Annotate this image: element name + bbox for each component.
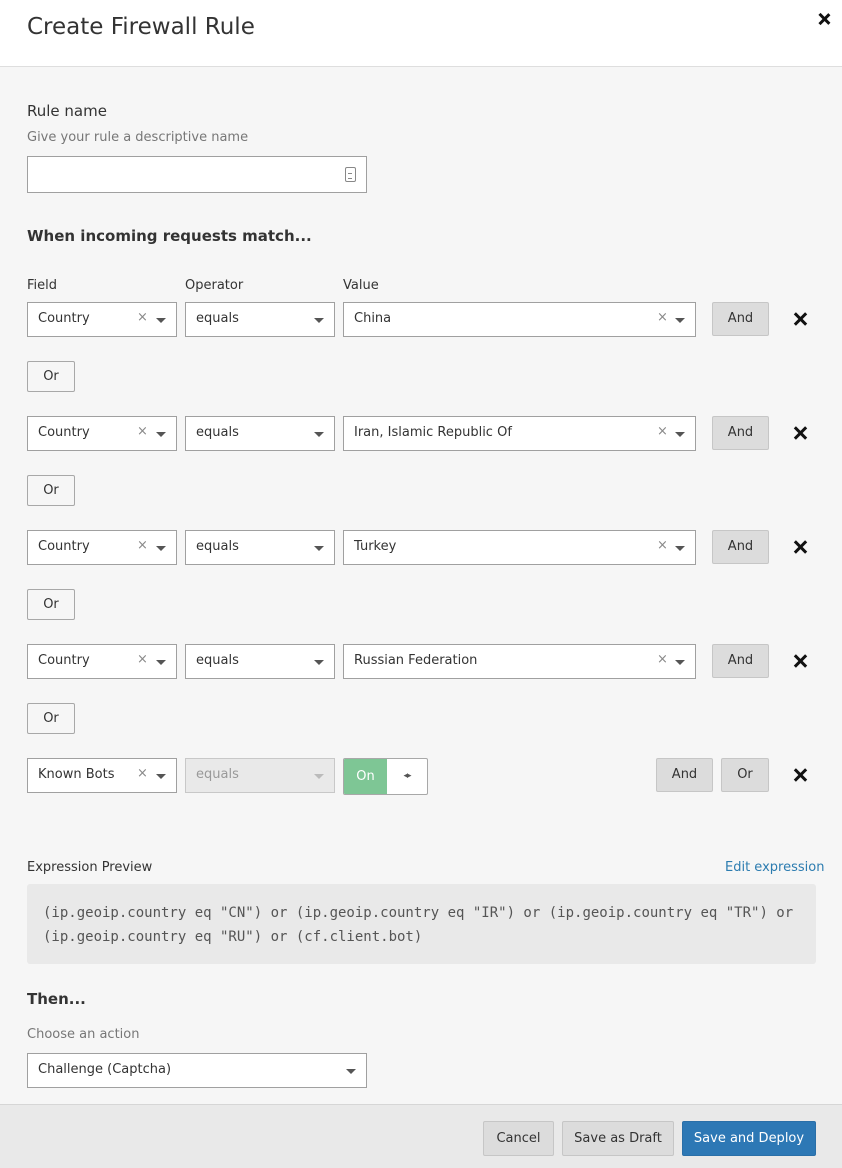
or-button-3[interactable]: Or	[27, 589, 75, 620]
field-select-5[interactable]: Known Bots ×	[27, 758, 177, 793]
or-button-1[interactable]: Or	[27, 361, 75, 392]
edit-expression-link[interactable]: Edit expression	[725, 860, 824, 875]
operator-column-label: Operator	[185, 278, 244, 293]
field-select-1[interactable]: Country ×	[27, 302, 177, 337]
remove-row-icon[interactable]	[794, 768, 808, 782]
operator-select-3[interactable]: equals	[185, 530, 335, 565]
dialog-title: Create Firewall Rule	[27, 14, 255, 40]
chevron-down-icon	[314, 546, 324, 551]
chevron-down-icon	[156, 546, 166, 551]
save-deploy-button[interactable]: Save and Deploy	[682, 1121, 816, 1156]
remove-row-icon[interactable]	[794, 540, 808, 554]
operator-select-1[interactable]: equals	[185, 302, 335, 337]
value-value: Turkey	[354, 539, 397, 554]
field-value: Country	[38, 425, 90, 440]
clear-icon[interactable]: ×	[137, 424, 148, 439]
chevron-down-icon	[675, 432, 685, 437]
value-value: China	[354, 311, 392, 326]
remove-row-icon[interactable]	[794, 654, 808, 668]
chevron-down-icon	[675, 546, 685, 551]
dialog-header: Create Firewall Rule	[0, 0, 842, 67]
operator-value: equals	[196, 653, 239, 668]
value-column-label: Value	[343, 278, 379, 293]
operator-value: equals	[196, 539, 239, 554]
field-value: Country	[38, 653, 90, 668]
field-select-2[interactable]: Country ×	[27, 416, 177, 451]
close-icon[interactable]	[816, 11, 832, 27]
clear-icon[interactable]: ×	[137, 310, 148, 325]
value-select-2[interactable]: Iran, Islamic Republic Of ×	[343, 416, 696, 451]
clear-icon[interactable]: ×	[657, 424, 668, 439]
action-value: Challenge (Captcha)	[38, 1062, 172, 1077]
chevron-down-icon	[156, 774, 166, 779]
toggle-on-label: On	[344, 759, 387, 794]
rule-name-hint: Give your rule a descriptive name	[27, 130, 249, 145]
expression-preview-label: Expression Preview	[27, 860, 153, 875]
operator-value: equals	[196, 767, 239, 782]
chevron-down-icon	[314, 774, 324, 779]
operator-select-4[interactable]: equals	[185, 644, 335, 679]
and-button-5[interactable]: And	[656, 758, 713, 792]
value-value: Iran, Islamic Republic Of	[354, 425, 512, 440]
save-draft-button[interactable]: Save as Draft	[562, 1121, 674, 1156]
field-select-4[interactable]: Country ×	[27, 644, 177, 679]
and-button-2[interactable]: And	[712, 416, 769, 450]
operator-select-2[interactable]: equals	[185, 416, 335, 451]
chevron-down-icon	[675, 660, 685, 665]
chevron-down-icon	[156, 432, 166, 437]
remove-row-icon[interactable]	[794, 426, 808, 440]
clear-icon[interactable]: ×	[657, 538, 668, 553]
toggle-arrows-icon: ◂▸	[403, 771, 411, 781]
clear-icon[interactable]: ×	[137, 766, 148, 781]
or-button-4[interactable]: Or	[27, 703, 75, 734]
action-hint: Choose an action	[27, 1027, 140, 1042]
known-bots-toggle[interactable]: On ◂▸	[343, 758, 428, 795]
and-button-3[interactable]: And	[712, 530, 769, 564]
action-select[interactable]: Challenge (Captcha)	[27, 1053, 367, 1088]
clear-icon[interactable]: ×	[657, 652, 668, 667]
rule-name-input[interactable]	[27, 156, 367, 193]
clear-icon[interactable]: ×	[137, 652, 148, 667]
chevron-down-icon	[675, 318, 685, 323]
match-heading: When incoming requests match...	[27, 227, 312, 245]
rule-name-label: Rule name	[27, 102, 107, 120]
value-select-3[interactable]: Turkey ×	[343, 530, 696, 565]
autofill-icon[interactable]	[345, 167, 356, 182]
remove-row-icon[interactable]	[794, 312, 808, 326]
expression-preview: (ip.geoip.country eq "CN") or (ip.geoip.…	[27, 884, 816, 964]
field-value: Known Bots	[38, 767, 115, 782]
chevron-down-icon	[314, 318, 324, 323]
chevron-down-icon	[346, 1069, 356, 1074]
or-button-2[interactable]: Or	[27, 475, 75, 506]
cancel-button[interactable]: Cancel	[483, 1121, 554, 1156]
clear-icon[interactable]: ×	[657, 310, 668, 325]
or-button-5[interactable]: Or	[721, 758, 769, 792]
and-button-1[interactable]: And	[712, 302, 769, 336]
field-column-label: Field	[27, 278, 58, 293]
clear-icon[interactable]: ×	[137, 538, 148, 553]
value-select-4[interactable]: Russian Federation ×	[343, 644, 696, 679]
and-button-4[interactable]: And	[712, 644, 769, 678]
field-value: Country	[38, 539, 90, 554]
field-select-3[interactable]: Country ×	[27, 530, 177, 565]
operator-value: equals	[196, 311, 239, 326]
operator-value: equals	[196, 425, 239, 440]
chevron-down-icon	[314, 432, 324, 437]
value-select-1[interactable]: China ×	[343, 302, 696, 337]
chevron-down-icon	[156, 660, 166, 665]
chevron-down-icon	[314, 660, 324, 665]
then-heading: Then...	[27, 990, 86, 1008]
chevron-down-icon	[156, 318, 166, 323]
operator-select-5: equals	[185, 758, 335, 793]
value-value: Russian Federation	[354, 653, 478, 668]
field-value: Country	[38, 311, 90, 326]
